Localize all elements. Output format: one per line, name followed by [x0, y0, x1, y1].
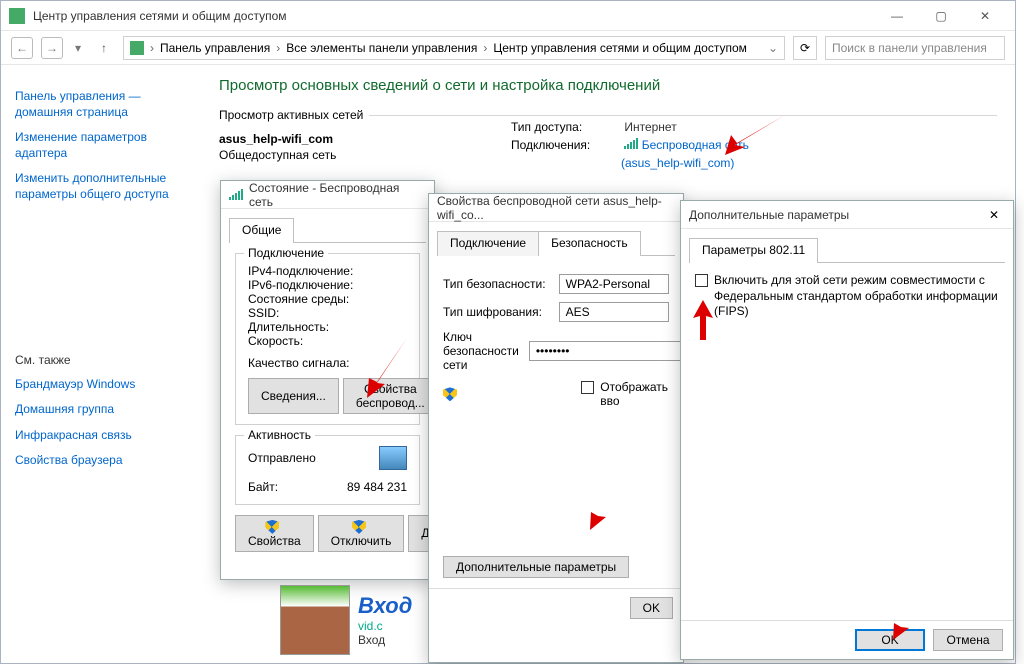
status-tab-general[interactable]: Общие — [229, 218, 294, 243]
connections-label: Подключения: — [511, 138, 621, 152]
ad-image — [280, 585, 350, 655]
wprops-tab-connection[interactable]: Подключение — [437, 231, 539, 256]
access-type-label: Тип доступа: — [511, 120, 621, 134]
show-characters-label: Отображать вво — [600, 380, 669, 408]
see-also-homegroup[interactable]: Домашняя группа — [15, 402, 187, 418]
sidebar: Панель управления — домашняя страница Из… — [1, 65, 201, 663]
activity-group-label: Активность — [244, 428, 315, 442]
breadcrumb-3[interactable]: Центр управления сетями и общим доступом — [493, 41, 747, 55]
disconnect-button[interactable]: Отключить — [318, 515, 405, 552]
encryption-combo[interactable]: AES — [559, 302, 669, 322]
ad-link[interactable]: vid.c — [358, 619, 412, 633]
search-input[interactable]: Поиск в панели управления — [825, 36, 1005, 60]
advanced-title: Дополнительные параметры — [689, 208, 983, 222]
advanced-settings-button[interactable]: Дополнительные параметры — [443, 556, 629, 578]
wifi-signal-icon — [229, 190, 243, 200]
breadcrumb-1[interactable]: Панель управления — [160, 41, 270, 55]
properties-button[interactable]: Свойства — [235, 515, 314, 552]
advanced-ok-button[interactable]: OK — [855, 629, 925, 651]
encryption-label: Тип шифрования: — [443, 305, 549, 319]
fips-checkbox[interactable]: Включить для этой сети режим совместимос… — [695, 273, 999, 320]
connection-link[interactable]: Беспроводная сеть — [642, 138, 749, 152]
advanced-cancel-button[interactable]: Отмена — [933, 629, 1003, 651]
close-button[interactable]: ✕ — [963, 2, 1007, 30]
sidebar-link-advanced-sharing[interactable]: Изменить дополнительные параметры общего… — [15, 171, 187, 202]
main-titlebar: Центр управления сетями и общим доступом… — [1, 1, 1015, 31]
sent-label: Отправлено — [248, 451, 316, 465]
duration-label: Длительность: — [248, 320, 407, 334]
security-type-combo[interactable]: WPA2-Personal — [559, 274, 669, 294]
wireless-properties-button[interactable]: Свойства беспровод... — [343, 378, 438, 414]
speed-label: Скорость: — [248, 334, 407, 348]
signal-quality-label: Качество сигнала: — [248, 356, 407, 370]
back-button[interactable]: ← — [11, 37, 33, 59]
access-type-value: Интернет — [624, 120, 676, 134]
fips-label: Включить для этой сети режим совместимос… — [714, 273, 999, 320]
network-key-input[interactable] — [529, 341, 689, 361]
active-networks-label: Просмотр активных сетей — [219, 108, 363, 122]
shield-icon — [443, 387, 457, 401]
bytes-value: 89 484 231 — [347, 480, 407, 494]
ad-fragment: Вход vid.c Вход — [280, 585, 412, 655]
minimize-button[interactable]: — — [875, 2, 919, 30]
sidebar-link-adapter[interactable]: Изменение параметров адаптера — [15, 130, 187, 161]
wifi-signal-icon — [624, 139, 638, 149]
see-also-browser[interactable]: Свойства браузера — [15, 453, 187, 469]
forward-button[interactable]: → — [41, 37, 63, 59]
status-dialog-title: Состояние - Беспроводная сеть — [249, 181, 426, 209]
activity-group: Активность Отправлено Байт: 89 484 231 — [235, 435, 420, 505]
ad-heading: Вход — [358, 593, 412, 619]
connection-link-sub[interactable]: (asus_help-wifi_com) — [621, 156, 734, 170]
security-type-label: Тип безопасности: — [443, 277, 549, 291]
main-title: Центр управления сетями и общим доступом — [33, 9, 875, 23]
advanced-tab-80211[interactable]: Параметры 802.11 — [689, 238, 818, 263]
advanced-close-icon[interactable]: ✕ — [983, 208, 1005, 222]
status-dialog: Состояние - Беспроводная сеть Общие Подк… — [220, 180, 435, 580]
wprops-tab-security[interactable]: Безопасность — [538, 231, 641, 256]
page-heading: Просмотр основных сведений о сети и наст… — [219, 77, 997, 94]
advanced-params-dialog: Дополнительные параметры ✕ Параметры 802… — [680, 200, 1014, 660]
up-button[interactable]: ↑ — [93, 37, 115, 59]
connection-group: Подключение IPv4-подключение: IPv6-подкл… — [235, 253, 420, 425]
connection-group-label: Подключение — [244, 246, 328, 260]
see-also-infrared[interactable]: Инфракрасная связь — [15, 428, 187, 444]
ssid-label: SSID: — [248, 306, 407, 320]
ipv6-label: IPv6-подключение: — [248, 278, 407, 292]
bytes-label: Байт: — [248, 480, 278, 494]
history-dropdown[interactable]: ▾ — [71, 41, 85, 55]
ad-subtext: Вход — [358, 633, 412, 647]
main-toolbar: ← → ▾ ↑ › Панель управления › Все элемен… — [1, 31, 1015, 65]
show-characters-checkbox[interactable]: Отображать вво — [581, 380, 669, 408]
sidebar-link-home[interactable]: Панель управления — домашняя страница — [15, 89, 187, 120]
network-center-icon — [9, 8, 25, 24]
see-also-firewall[interactable]: Брандмауэр Windows — [15, 377, 187, 393]
activity-icon — [379, 446, 407, 470]
breadcrumb-2[interactable]: Все элементы панели управления — [286, 41, 477, 55]
maximize-button[interactable]: ▢ — [919, 2, 963, 30]
ipv4-label: IPv4-подключение: — [248, 264, 407, 278]
refresh-button[interactable]: ⟳ — [793, 36, 817, 60]
breadcrumb-icon — [130, 41, 144, 55]
shield-icon — [352, 520, 366, 534]
details-button[interactable]: Сведения... — [248, 378, 339, 414]
wprops-title: Свойства беспроводной сети asus_help-wif… — [437, 194, 675, 222]
see-also-heading: См. также — [15, 353, 187, 367]
wprops-ok-button[interactable]: OK — [630, 597, 673, 619]
wireless-properties-dialog: Свойства беспроводной сети asus_help-wif… — [428, 193, 684, 663]
shield-icon — [265, 520, 279, 534]
media-state-label: Состояние среды: — [248, 292, 407, 306]
breadcrumb[interactable]: › Панель управления › Все элементы панел… — [123, 36, 785, 60]
key-label: Ключ безопасности сети — [443, 330, 519, 372]
